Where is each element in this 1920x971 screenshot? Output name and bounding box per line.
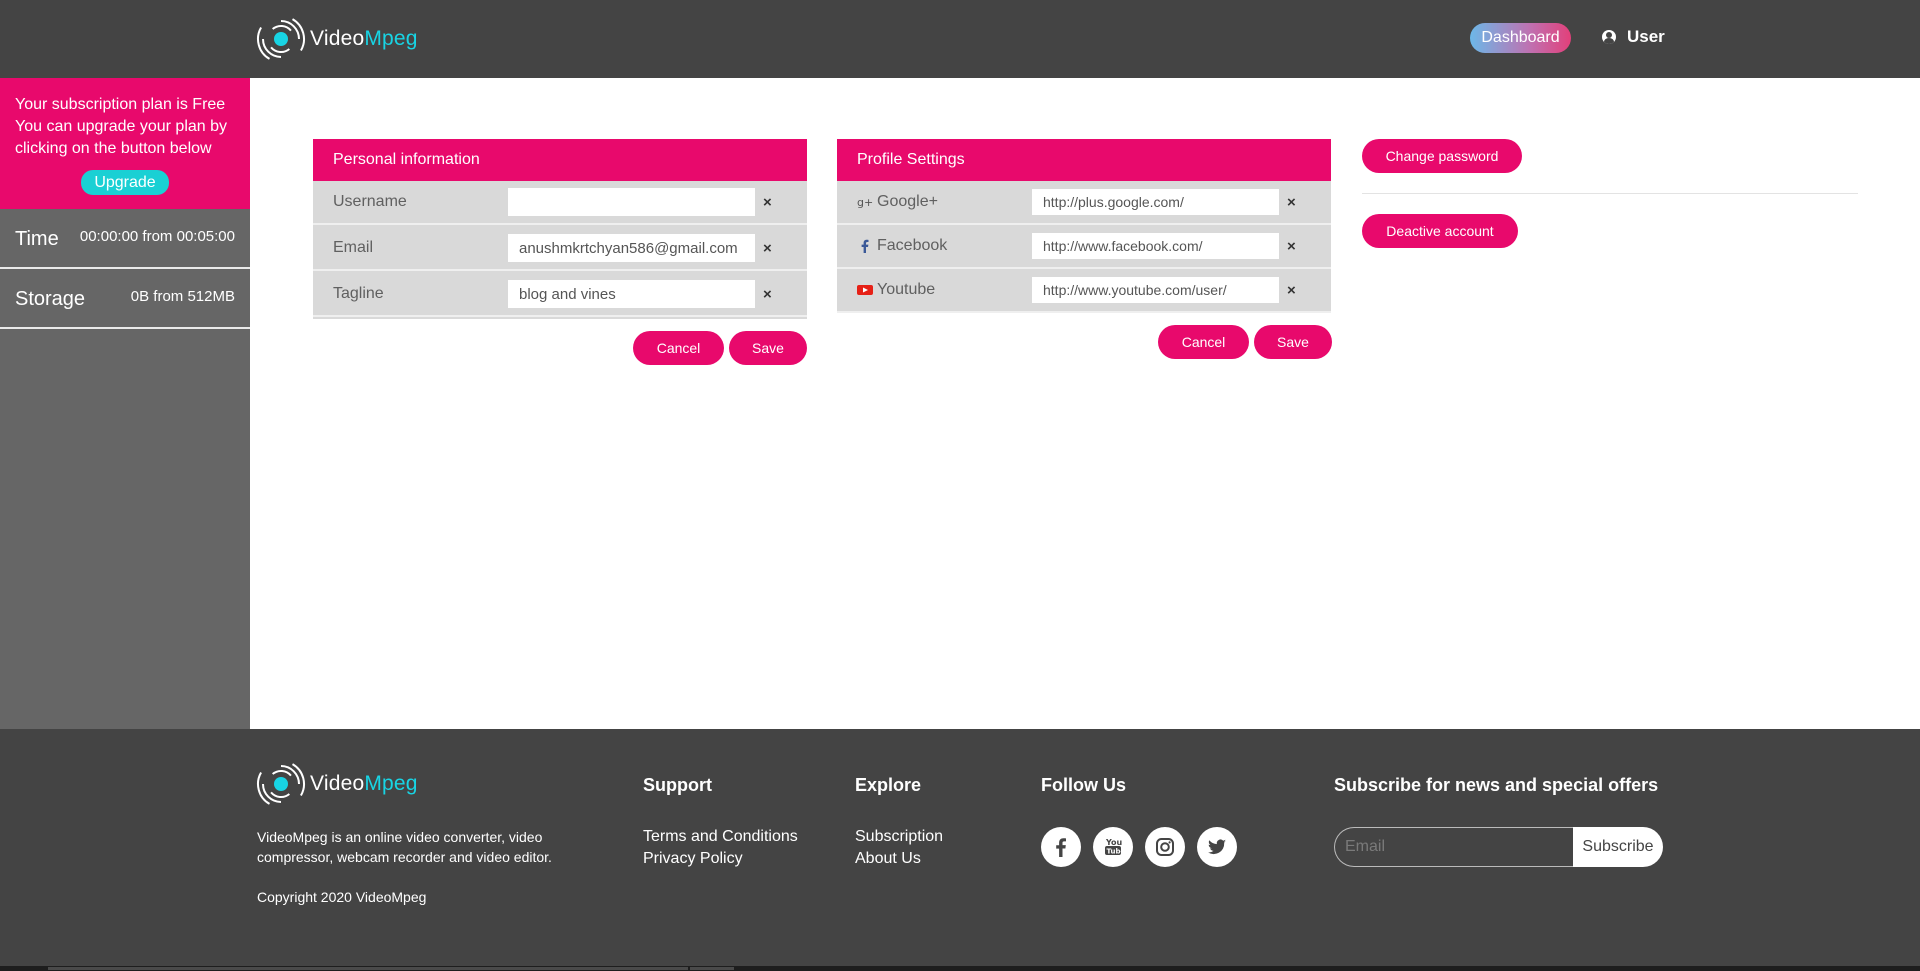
facebook-url-input[interactable] xyxy=(1032,233,1279,259)
storage-label: Storage xyxy=(15,288,86,310)
subscribe-button[interactable]: Subscribe xyxy=(1573,827,1663,867)
about-us-link[interactable]: About Us xyxy=(855,850,921,868)
strip-segment xyxy=(48,967,688,970)
clear-facebook-icon[interactable]: × xyxy=(1287,238,1296,255)
logo-mark-icon xyxy=(257,763,305,805)
email-input[interactable] xyxy=(508,234,755,262)
follow-us-title: Follow Us xyxy=(1041,775,1126,795)
youtube-url-input[interactable] xyxy=(1032,277,1279,303)
account-divider xyxy=(1362,193,1858,194)
svg-text:g+: g+ xyxy=(857,196,873,208)
user-icon xyxy=(1602,30,1616,44)
google-plus-row: g+ Google+ × xyxy=(837,181,1331,225)
tagline-row: Tagline × xyxy=(313,273,807,317)
plan-text: Your subscription plan is Free You can u… xyxy=(15,96,228,157)
clear-tagline-icon[interactable]: × xyxy=(763,286,772,303)
personal-cancel-button[interactable]: Cancel xyxy=(633,331,724,365)
tagline-input[interactable] xyxy=(508,280,755,308)
youtube-row: Youtube × xyxy=(837,269,1331,313)
svg-text:You: You xyxy=(1105,838,1123,847)
google-plus-url-input[interactable] xyxy=(1032,189,1279,215)
site-footer: VideoMpeg VideoMpeg is an online video c… xyxy=(0,729,1920,971)
subscription-link[interactable]: Subscription xyxy=(855,828,943,846)
footer-brand-name: VideoMpeg xyxy=(310,772,418,795)
privacy-link[interactable]: Privacy Policy xyxy=(643,850,743,868)
user-label: User xyxy=(1627,27,1665,46)
profile-settings-header: Profile Settings xyxy=(837,139,1331,181)
explore-title: Explore xyxy=(855,775,922,795)
email-row: Email × xyxy=(313,227,807,271)
user-menu[interactable]: User xyxy=(1602,27,1665,47)
storage-value: 0B from 512MB xyxy=(130,288,235,305)
logo-mark-icon xyxy=(257,18,305,60)
time-label: Time xyxy=(15,228,59,250)
footer-brand-logo[interactable]: VideoMpeg xyxy=(256,759,418,809)
profile-cancel-button[interactable]: Cancel xyxy=(1158,325,1249,359)
youtube-label: Youtube xyxy=(857,281,935,299)
footer-copyright: Copyright 2020 VideoMpeg xyxy=(257,889,427,905)
google-plus-label: g+ Google+ xyxy=(857,193,938,210)
footer-description: VideoMpeg is an online video converter, … xyxy=(257,829,552,865)
brand-logo[interactable]: VideoMpeg xyxy=(256,14,418,64)
terms-link[interactable]: Terms and Conditions xyxy=(643,828,798,846)
dashboard-button[interactable]: Dashboard xyxy=(1470,23,1571,53)
subscribe-title: Subscribe for news and special offers xyxy=(1334,775,1659,795)
support-title: Support xyxy=(643,775,712,795)
username-label: Username xyxy=(333,193,407,210)
profile-save-button[interactable]: Save xyxy=(1254,325,1332,359)
facebook-social-icon[interactable] xyxy=(1041,827,1081,867)
subscription-plan-box: Your subscription plan is Free You can u… xyxy=(0,78,250,209)
profile-settings-form: g+ Google+ × Facebook × Youtube × xyxy=(837,181,1331,313)
tagline-label: Tagline xyxy=(333,285,384,302)
facebook-icon xyxy=(857,239,873,253)
youtube-icon xyxy=(857,283,873,297)
time-usage-row: Time 00:00:00 from 00:05:00 xyxy=(0,211,250,269)
strip-segment xyxy=(690,967,734,970)
upgrade-button[interactable]: Upgrade xyxy=(81,170,169,195)
instagram-social-icon[interactable] xyxy=(1145,827,1185,867)
youtube-social-icon[interactable]: You Tube xyxy=(1093,827,1133,867)
personal-info-header: Personal information xyxy=(313,139,807,181)
personal-save-button[interactable]: Save xyxy=(729,331,807,365)
deactivate-account-button[interactable]: Deactive account xyxy=(1362,214,1518,248)
brand-name: VideoMpeg xyxy=(310,27,418,50)
svg-text:Tube: Tube xyxy=(1107,848,1126,856)
google-plus-icon: g+ xyxy=(857,195,873,209)
sidebar: Your subscription plan is Free You can u… xyxy=(0,78,250,729)
clear-youtube-icon[interactable]: × xyxy=(1287,282,1296,299)
time-value: 00:00:00 from 00:05:00 xyxy=(79,228,235,245)
top-header: VideoMpeg Dashboard User xyxy=(0,0,1920,78)
newsletter-email-input[interactable] xyxy=(1334,827,1574,867)
clear-email-icon[interactable]: × xyxy=(763,240,772,257)
storage-usage-row: Storage 0B from 512MB xyxy=(0,271,250,329)
facebook-row: Facebook × xyxy=(837,225,1331,269)
change-password-button[interactable]: Change password xyxy=(1362,139,1522,173)
twitter-social-icon[interactable] xyxy=(1197,827,1237,867)
window-bottom-strip xyxy=(0,966,1920,971)
facebook-label: Facebook xyxy=(857,237,947,255)
username-row: Username × xyxy=(313,181,807,225)
clear-google-plus-icon[interactable]: × xyxy=(1287,194,1296,211)
personal-info-form: Username × Email × Tagline × xyxy=(313,181,807,319)
username-input[interactable] xyxy=(508,188,755,216)
email-label: Email xyxy=(333,239,374,256)
clear-username-icon[interactable]: × xyxy=(763,194,772,211)
